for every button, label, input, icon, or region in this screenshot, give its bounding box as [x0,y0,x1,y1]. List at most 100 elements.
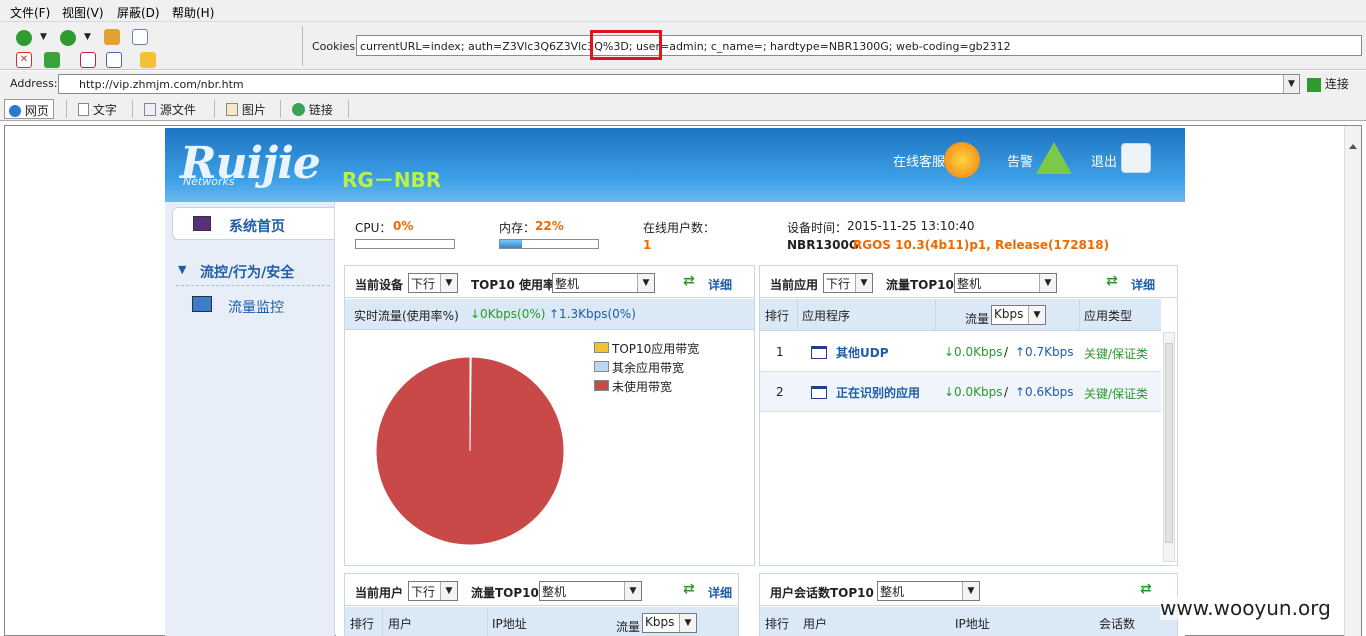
refresh-icon[interactable]: ⇄ [1140,581,1152,597]
address-input[interactable]: http://vip.zhmjm.com/nbr.htm ▼ [58,74,1300,94]
go-button[interactable]: 连接 [1307,75,1349,92]
refresh-icon[interactable] [44,52,60,68]
select-value: 下行 [411,585,436,599]
realtime-bar: 实时流量(使用率%) ↓0Kbps(0%) ↑1.3Kbps(0%) [345,299,754,330]
refresh-icon[interactable]: ⇄ [683,581,695,597]
back-icon[interactable] [16,30,32,46]
save-icon[interactable] [80,52,96,68]
app-icon [811,386,827,399]
column-header: 流量 [965,312,990,326]
sidebar-item-home[interactable]: 系统首页 [172,207,334,240]
select-value: Kbps [994,307,1024,321]
pie-slice [375,356,565,546]
tab-webpage[interactable]: 网页 [4,99,54,119]
chevron-down-icon: ▼ [855,274,872,292]
menu-help[interactable]: 帮助(H) [172,4,214,21]
direction-select[interactable]: 下行 ▼ [823,273,873,293]
scrollbar-thumb[interactable] [1165,343,1173,543]
panel-header: 当前用户 下行 ▼ 流量TOP10 整机 ▼ ⇄ 详细 [345,574,738,606]
scroll-up-icon[interactable] [1349,144,1357,149]
doc-icon [78,103,89,116]
legend-label: 其余应用带宽 [612,361,685,375]
scope-select[interactable]: 整机 ▼ [954,273,1057,293]
firmware-version: RGOS 10.3(4b11)p1, Release(172818) [853,238,1110,252]
scope-select[interactable]: 整机 ▼ [877,581,980,601]
lock-icon[interactable] [140,52,156,68]
legend-swatch [594,342,609,353]
support-icon[interactable] [944,142,980,178]
select-value: 整机 [555,277,580,291]
alarm-icon[interactable] [1036,142,1072,174]
tab-label: 网页 [24,104,49,118]
source-icon [144,103,156,116]
app-name[interactable]: 正在识别的应用 [836,384,920,401]
page-scrollbar[interactable] [1344,126,1361,636]
panel-app-top10: 当前应用 下行 ▼ 流量TOP10 整机 ▼ ⇄ 详细 排行 应用程序 流量 Kbp… [759,265,1178,566]
device-model: NBR1300G [787,238,859,252]
logo-subtitle: Networks [183,175,235,188]
ie-icon [9,105,21,117]
unit-select[interactable]: Kbps ▼ [642,613,697,633]
app-name[interactable]: 其他UDP [836,344,889,361]
menu-file[interactable]: 文件(F) [10,4,50,21]
flow-up: ↑0.7Kbps [1015,345,1074,359]
chevron-down-icon[interactable]: ▼ [84,32,91,42]
menu-block[interactable]: 屏蔽(D) [117,4,160,21]
refresh-icon[interactable]: ⇄ [683,273,695,289]
cookies-input[interactable]: currentURL=index; auth=Z3Vlc3Q6Z3Vlc3Q%3… [356,35,1362,56]
chevron-down-icon: ▼ [679,614,696,632]
divider [280,100,281,118]
table-row[interactable]: 2 正在识别的应用 ↓0.0Kbps / ↑0.6Kbps 关键/保证类 [760,372,1161,412]
tab-images[interactable]: 图片 [222,99,270,119]
panel-title: 当前用户 [355,586,404,600]
divider [176,285,330,286]
view-tabs: 网页 文字 源文件 图片 链接 [0,97,1366,121]
sidebar-group-flow[interactable]: 流控/行为/安全 [200,262,294,282]
address-dropdown-icon[interactable]: ▼ [1283,75,1299,93]
stop-icon[interactable]: ✕ [16,52,32,68]
select-value: 下行 [826,277,851,291]
app-icon [811,346,827,359]
sidebar-item-flow-monitor[interactable]: 流量监控 [228,297,284,317]
home-icon[interactable] [104,29,120,45]
rank-cell: 2 [776,385,784,399]
panel-header: 当前设备 下行 ▼ TOP10 使用率 整机 ▼ ⇄ 详细 [345,266,754,298]
tab-links[interactable]: 链接 [288,99,337,119]
logout-icon[interactable] [1121,143,1151,173]
online-service-link[interactable]: 在线客服 [893,151,945,170]
detail-link[interactable]: 详细 [708,276,732,293]
address-label: Address: [10,77,58,90]
unit-select[interactable]: Kbps ▼ [991,305,1046,325]
logout-link[interactable]: 退出 [1091,151,1117,170]
copy-icon[interactable] [106,52,122,68]
alarm-link[interactable]: 告警 [1007,151,1033,170]
scope-select[interactable]: 整机 ▼ [539,581,642,601]
direction-select[interactable]: 下行 ▼ [408,273,458,293]
chevron-down-icon: ▼ [440,582,457,600]
menu-view[interactable]: 视图(V) [62,4,104,21]
detail-link[interactable]: 详细 [1131,276,1155,293]
chevron-down-icon[interactable]: ▼ [178,263,186,276]
panel-header: 用户会话数TOP10 整机 ▼ ⇄ [760,574,1177,606]
table-scrollbar[interactable] [1163,332,1175,562]
page-icon[interactable] [132,29,148,45]
go-label: 连接 [1324,77,1349,91]
table-row[interactable]: 1 其他UDP ↓0.0Kbps / ↑0.7Kbps 关键/保证类 [760,332,1161,372]
divider [1079,299,1080,331]
divider [487,607,488,636]
select-value: Kbps [645,615,675,629]
forward-icon[interactable] [60,30,76,46]
detail-link[interactable]: 详细 [708,584,732,601]
direction-select[interactable]: 下行 ▼ [408,581,458,601]
scope-select[interactable]: 整机 ▼ [552,273,655,293]
divider [132,100,133,118]
tab-source[interactable]: 源文件 [140,99,200,119]
chevron-down-icon: ▼ [1028,306,1045,324]
tab-text[interactable]: 文字 [74,99,121,119]
flow-monitor-icon [192,296,212,312]
chevron-down-icon[interactable]: ▼ [40,32,47,42]
divider [214,100,215,118]
cpu-bar [355,239,455,249]
refresh-icon[interactable]: ⇄ [1106,273,1118,289]
device-time-value: 2015-11-25 13:10:40 [847,219,975,233]
